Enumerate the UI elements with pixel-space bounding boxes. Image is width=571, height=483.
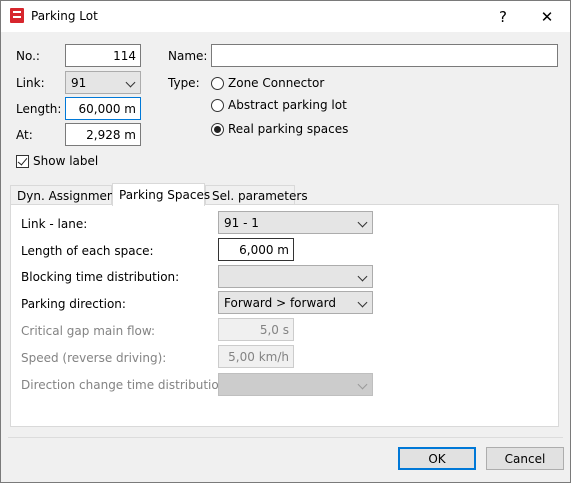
no-label: No.: bbox=[16, 49, 40, 63]
at-label: At: bbox=[16, 128, 33, 142]
chevron-down-icon bbox=[125, 77, 136, 88]
chevron-down-icon bbox=[357, 271, 368, 282]
radio-abstract-parking-lot-label: Abstract parking lot bbox=[228, 98, 347, 112]
no-field[interactable]: 114 bbox=[65, 44, 141, 67]
tab-dyn-assignment[interactable]: Dyn. Assignment bbox=[10, 185, 119, 206]
cancel-button[interactable]: Cancel bbox=[486, 447, 564, 470]
link-select[interactable]: 91 bbox=[65, 71, 141, 94]
help-button[interactable]: ? bbox=[481, 1, 525, 32]
close-button[interactable]: ✕ bbox=[525, 1, 569, 32]
chevron-down-icon bbox=[357, 379, 368, 390]
parking-lot-dialog: Parking Lot ? ✕ No.: 114 Link: 91 Length… bbox=[0, 0, 571, 483]
parking-direction-value: Forward > forward bbox=[224, 295, 336, 310]
tab-parking-spaces[interactable]: Parking Spaces bbox=[112, 183, 210, 206]
length-each-space-label: Length of each space: bbox=[21, 244, 154, 258]
radio-zone-connector-label: Zone Connector bbox=[228, 76, 325, 90]
direction-change-select[interactable] bbox=[218, 373, 373, 396]
radio-abstract-parking-lot[interactable] bbox=[211, 99, 224, 112]
blocking-time-select[interactable] bbox=[218, 265, 373, 288]
speed-reverse-field[interactable]: 5,00 km/h bbox=[218, 345, 294, 368]
show-label-checkbox[interactable] bbox=[16, 155, 29, 168]
critical-gap-field[interactable]: 5,0 s bbox=[218, 318, 294, 341]
at-field[interactable]: 2,928 m bbox=[65, 123, 141, 146]
link-lane-value: 91 - 1 bbox=[224, 215, 259, 230]
parking-spaces-panel: Link - lane: 91 - 1 Length of each space… bbox=[10, 204, 559, 427]
parking-direction-select[interactable]: Forward > forward bbox=[218, 291, 373, 314]
window-title: Parking Lot bbox=[31, 9, 98, 23]
radio-real-parking-spaces[interactable] bbox=[211, 123, 224, 136]
chevron-down-icon bbox=[357, 297, 368, 308]
name-label: Name: bbox=[168, 49, 208, 63]
radio-zone-connector[interactable] bbox=[211, 77, 224, 90]
type-label: Type: bbox=[168, 76, 200, 90]
tab-sel-parameters[interactable]: Sel. parameters bbox=[205, 185, 308, 206]
title-bar[interactable]: Parking Lot ? ✕ bbox=[1, 1, 570, 32]
link-lane-label: Link - lane: bbox=[21, 217, 88, 231]
length-each-space-field[interactable]: 6,000 m bbox=[218, 238, 294, 261]
link-lane-select[interactable]: 91 - 1 bbox=[218, 211, 373, 234]
app-icon bbox=[10, 8, 24, 23]
parking-direction-label: Parking direction: bbox=[21, 297, 126, 311]
name-field[interactable] bbox=[211, 44, 558, 67]
link-select-value: 91 bbox=[71, 75, 87, 90]
blocking-time-label: Blocking time distribution: bbox=[21, 270, 180, 284]
length-field[interactable]: 60,000 m bbox=[65, 97, 141, 120]
link-label: Link: bbox=[16, 76, 45, 90]
length-label: Length: bbox=[16, 102, 62, 116]
direction-change-label: Direction change time distribution: bbox=[21, 378, 231, 392]
show-label-text: Show label bbox=[33, 154, 99, 168]
chevron-down-icon bbox=[357, 217, 368, 228]
critical-gap-label: Critical gap main flow: bbox=[21, 324, 156, 338]
footer-separator bbox=[8, 437, 563, 438]
speed-reverse-label: Speed (reverse driving): bbox=[21, 351, 167, 365]
radio-real-parking-spaces-label: Real parking spaces bbox=[228, 122, 349, 136]
ok-button[interactable]: OK bbox=[398, 447, 476, 470]
